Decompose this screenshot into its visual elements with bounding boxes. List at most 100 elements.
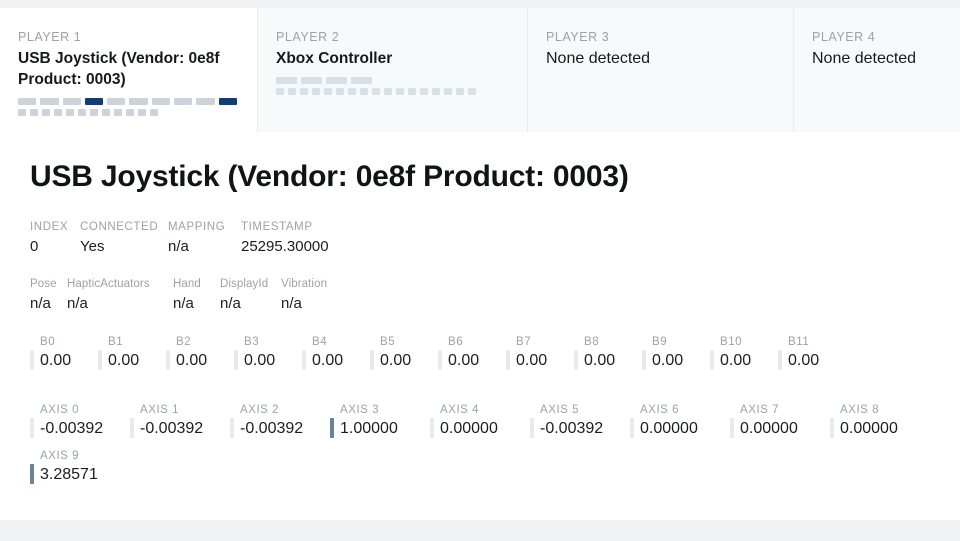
axis-indicator-segment	[174, 98, 193, 105]
button-value: 0.00	[788, 352, 820, 369]
meta-vibration: Vibration n/a	[281, 277, 327, 314]
gamepad-detail-panel: USB Joystick (Vendor: 0e8f Product: 0003…	[0, 132, 960, 520]
button-value: 0.00	[720, 352, 752, 369]
player-tab-3[interactable]: PLAYER 3 None detected	[528, 8, 794, 132]
axis-indicator-segment	[351, 77, 372, 84]
axis-label: AXIS 7	[740, 404, 780, 416]
axis-cell: AXIS 4 0.00000	[430, 402, 530, 440]
axis-value: -0.00392	[240, 420, 304, 437]
button-value: 0.00	[176, 352, 208, 369]
meta-pose-label: Pose	[30, 278, 57, 290]
button-label: B5	[380, 336, 396, 348]
button-indicator-segment	[336, 88, 344, 95]
button-readout-grid: B0 0.00 B1 0.00 B2 0.00 B3 0.00 B4 0.00 …	[30, 334, 930, 380]
button-value: 0.00	[312, 352, 344, 369]
axis-value: 1.00000	[340, 420, 398, 437]
button-cell: B7 0.00	[506, 334, 574, 372]
button-level-bar	[778, 350, 782, 370]
button-level-bar	[710, 350, 714, 370]
meta-mapping: MAPPING n/a	[168, 220, 241, 257]
axis-level-bar	[430, 418, 434, 438]
axis-indicator-segment	[107, 98, 126, 105]
axis-readout-grid: AXIS 0 -0.00392 AXIS 1 -0.00392 AXIS 2 -…	[30, 402, 930, 494]
axis-label: AXIS 8	[840, 404, 880, 416]
button-cell: B11 0.00	[778, 334, 846, 372]
axis-indicator-segment	[62, 98, 81, 105]
button-indicator-segment	[456, 88, 464, 95]
axis-value: -0.00392	[140, 420, 204, 437]
button-indicator-segment	[138, 109, 146, 116]
axis-cell: AXIS 5 -0.00392	[530, 402, 630, 440]
button-label: B6	[448, 336, 464, 348]
axis-indicator-segment	[84, 98, 104, 105]
button-label: B11	[788, 336, 810, 348]
axis-indicator-segment	[196, 98, 215, 105]
player-tab-2-axis-indicators	[276, 77, 507, 84]
axis-level-bar	[30, 464, 34, 484]
player-tab-2-button-indicators	[276, 88, 507, 95]
meta-connected-label: CONNECTED	[80, 221, 159, 233]
meta-timestamp-value: 25295.30000	[241, 238, 329, 255]
button-level-bar	[166, 350, 170, 370]
button-indicator-segment	[276, 88, 284, 95]
meta-haptic-actuators-label: HapticActuators	[67, 278, 150, 290]
axis-cell: AXIS 9 3.28571	[30, 448, 130, 486]
axis-indicator-segment	[40, 98, 59, 105]
button-value: 0.00	[584, 352, 616, 369]
player-tab-1-player-label: PLAYER 1	[18, 30, 82, 44]
player-tab-2-device-name: Xbox Controller	[276, 50, 393, 67]
button-cell: B9 0.00	[642, 334, 710, 372]
axis-value: 0.00000	[840, 420, 898, 437]
button-cell: B0 0.00	[30, 334, 98, 372]
meta-timestamp: TIMESTAMP 25295.30000	[241, 220, 329, 257]
meta-mapping-label: MAPPING	[168, 221, 226, 233]
button-label: B9	[652, 336, 668, 348]
button-cell: B1 0.00	[98, 334, 166, 372]
player-tab-2-indicators	[276, 77, 507, 95]
axis-value: 0.00000	[440, 420, 498, 437]
player-tab-4[interactable]: PLAYER 4 None detected	[794, 8, 960, 132]
gamepad-meta-secondary: Pose n/a HapticActuators n/a Hand n/a Di…	[30, 277, 930, 314]
button-cell: B8 0.00	[574, 334, 642, 372]
axis-value: 0.00000	[640, 420, 698, 437]
button-indicator-segment	[432, 88, 440, 95]
axis-cell: AXIS 8 0.00000	[830, 402, 930, 440]
button-cell: B6 0.00	[438, 334, 506, 372]
button-level-bar	[98, 350, 102, 370]
button-indicator-segment	[444, 88, 452, 95]
player-tab-4-device-name: None detected	[812, 50, 917, 67]
button-indicator-segment	[18, 109, 26, 116]
button-cell: B3 0.00	[234, 334, 302, 372]
button-value: 0.00	[652, 352, 684, 369]
button-indicator-segment	[126, 109, 134, 116]
player-tab-2[interactable]: PLAYER 2 Xbox Controller	[258, 8, 528, 132]
button-level-bar	[438, 350, 442, 370]
button-cell: B4 0.00	[302, 334, 370, 372]
axis-indicator-segment	[129, 98, 148, 105]
player-tab-1[interactable]: PLAYER 1 USB Joystick (Vendor: 0e8f Prod…	[0, 8, 258, 132]
axis-label: AXIS 6	[640, 404, 680, 416]
axis-cell: AXIS 6 0.00000	[630, 402, 730, 440]
page-title: USB Joystick (Vendor: 0e8f Product: 0003…	[30, 160, 629, 193]
axis-level-bar	[30, 418, 34, 438]
meta-mapping-value: n/a	[168, 238, 189, 255]
axis-label: AXIS 3	[340, 404, 380, 416]
axis-label: AXIS 4	[440, 404, 480, 416]
button-value: 0.00	[448, 352, 480, 369]
button-indicator-segment	[300, 88, 308, 95]
button-indicator-segment	[408, 88, 416, 95]
button-label: B3	[244, 336, 260, 348]
player-tab-strip: PLAYER 1 USB Joystick (Vendor: 0e8f Prod…	[0, 8, 960, 132]
axis-level-bar	[130, 418, 134, 438]
axis-level-bar	[730, 418, 734, 438]
button-indicator-segment	[312, 88, 320, 95]
button-indicator-segment	[384, 88, 392, 95]
gamepad-tester-page: PLAYER 1 USB Joystick (Vendor: 0e8f Prod…	[0, 0, 960, 541]
button-value: 0.00	[108, 352, 140, 369]
button-indicator-segment	[114, 109, 122, 116]
meta-index-value: 0	[30, 238, 39, 255]
button-level-bar	[574, 350, 578, 370]
button-indicator-segment	[42, 109, 50, 116]
button-indicator-segment	[90, 109, 98, 116]
meta-haptic-actuators: HapticActuators n/a	[67, 277, 173, 314]
